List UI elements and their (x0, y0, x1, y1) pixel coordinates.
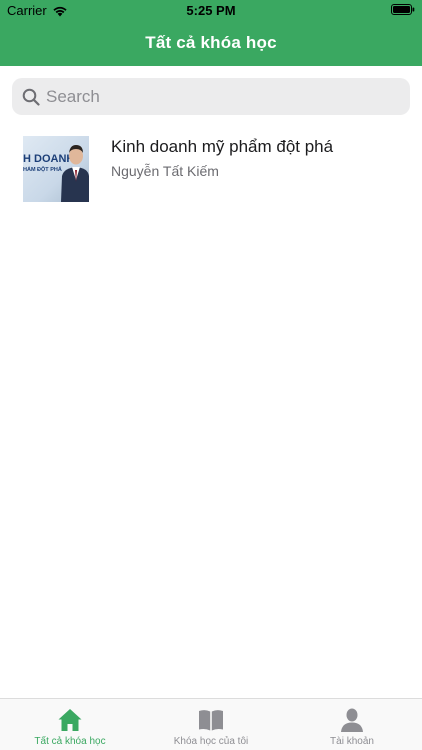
search-bar[interactable] (12, 78, 410, 115)
home-icon (58, 709, 82, 731)
course-author: Nguyễn Tất Kiếm (111, 163, 219, 179)
search-icon (22, 88, 40, 106)
status-bar: Carrier 5:25 PM (0, 0, 422, 22)
course-list-item[interactable]: H DOANH HẨM ĐỘT PHÁ Kinh doanh mỹ phẩm đ… (0, 128, 422, 210)
tab-label: Khóa học của tôi (173, 736, 249, 747)
presenter-image (61, 145, 89, 202)
book-icon (199, 710, 223, 731)
tab-my-courses[interactable]: Khóa học của tôi (141, 699, 281, 750)
course-title: Kinh doanh mỹ phẩm đột phá (111, 137, 334, 156)
course-thumbnail: H DOANH HẨM ĐỘT PHÁ (23, 136, 89, 202)
tab-bar: Tất cả khóa học Khóa học của tôi Tài kho… (0, 698, 422, 750)
header: Carrier 5:25 PM Tất cả khóa học (0, 0, 422, 66)
tab-label: Tất cả khóa học (34, 736, 106, 747)
battery-icon (391, 4, 415, 15)
app-screen: Carrier 5:25 PM Tất cả khóa học Search H… (0, 0, 422, 750)
user-icon (341, 708, 363, 732)
tab-label: Tài khoản (330, 736, 374, 747)
status-time: 5:25 PM (186, 3, 236, 18)
tab-all-courses[interactable]: Tất cả khóa học (0, 699, 140, 750)
tab-account[interactable]: Tài khoản (282, 699, 422, 750)
thumbnail-line2: HẨM ĐỘT PHÁ (23, 167, 62, 173)
page-title: Tất cả khóa học (145, 33, 277, 52)
search-input[interactable] (46, 86, 386, 107)
